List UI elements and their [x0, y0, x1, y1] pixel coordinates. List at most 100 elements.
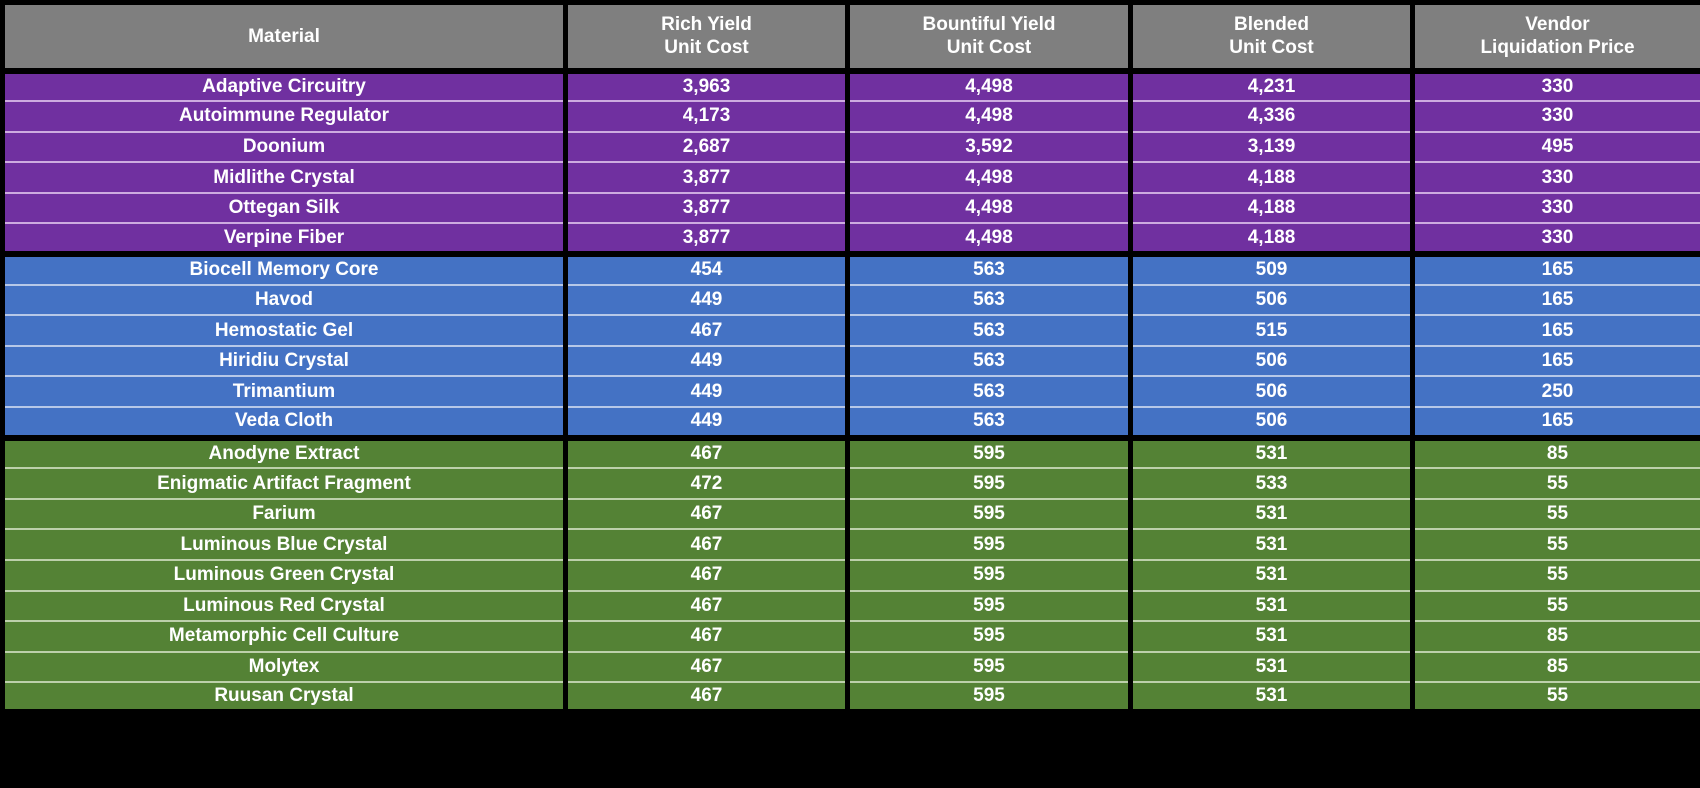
cell-vendor-value: 165: [1410, 315, 1700, 347]
cell-bountiful-value: 595: [845, 468, 1133, 500]
column-header-vendor-liquidation-price[interactable]: Vendor Liquidation Price: [1410, 0, 1700, 74]
cell-vendor-value: 495: [1410, 131, 1700, 164]
table-row[interactable]: Trimantium 449 563 506 250: [0, 376, 1700, 409]
table-row[interactable]: Adaptive Circuitry 3,963 4,498 4,231 330: [0, 70, 1700, 103]
cell-material-name: Hemostatic Gel: [0, 315, 568, 347]
cell-bountiful-value: 595: [845, 590, 1133, 623]
cell-blended-value: 515: [1128, 315, 1415, 347]
table-row[interactable]: Luminous Red Crystal 467 595 531 55: [0, 590, 1700, 623]
cell-material-name: Enigmatic Artifact Fragment: [0, 468, 568, 500]
cell-blended-value: 531: [1128, 437, 1415, 470]
cell-rich-value: 472: [563, 468, 850, 500]
cell-blended-value: 506: [1128, 376, 1415, 409]
column-header-bountiful-yield-unit-cost[interactable]: Bountiful Yield Unit Cost: [845, 0, 1133, 74]
cell-bountiful-value: 563: [845, 284, 1133, 317]
table-row[interactable]: Midlithe Crystal 3,877 4,498 4,188 330: [0, 162, 1700, 194]
column-header-vendor-line2: Liquidation Price: [1480, 37, 1635, 59]
table-row[interactable]: Metamorphic Cell Culture 467 595 531 85: [0, 621, 1700, 653]
cell-vendor-value: 330: [1410, 192, 1700, 225]
cell-vendor-value: 55: [1410, 529, 1700, 561]
cell-vendor-value: 165: [1410, 254, 1700, 286]
cell-blended-value: 531: [1128, 529, 1415, 561]
table-row[interactable]: Enigmatic Artifact Fragment 472 595 533 55: [0, 468, 1700, 500]
cell-rich-value: 454: [563, 254, 850, 286]
table-row[interactable]: Molytex 467 595 531 85: [0, 651, 1700, 684]
cell-vendor-value: 165: [1410, 284, 1700, 317]
column-header-blended-unit-cost[interactable]: Blended Unit Cost: [1128, 0, 1415, 74]
cell-rich-value: 449: [563, 407, 850, 441]
table-row[interactable]: Autoimmune Regulator 4,173 4,498 4,336 330: [0, 101, 1700, 133]
cell-blended-value: 533: [1128, 468, 1415, 500]
cell-blended-value: 531: [1128, 682, 1415, 717]
cell-material-name: Adaptive Circuitry: [0, 70, 568, 103]
cell-material-name: Ottegan Silk: [0, 192, 568, 225]
table-row[interactable]: Luminous Blue Crystal 467 595 531 55: [0, 529, 1700, 561]
table-row[interactable]: Luminous Green Crystal 467 595 531 55: [0, 560, 1700, 592]
cell-bountiful-value: 4,498: [845, 70, 1133, 103]
cell-vendor-value: 330: [1410, 101, 1700, 133]
cell-bountiful-value: 595: [845, 682, 1133, 717]
cell-material-name: Doonium: [0, 131, 568, 164]
cell-material-name: Autoimmune Regulator: [0, 101, 568, 133]
cell-rich-value: 449: [563, 284, 850, 317]
table-body: Adaptive Circuitry 3,963 4,498 4,231 330 Auto…: [0, 70, 1700, 717]
cell-material-name: Luminous Green Crystal: [0, 560, 568, 592]
cell-material-name: Luminous Blue Crystal: [0, 529, 568, 561]
column-header-blended-line2: Unit Cost: [1229, 37, 1314, 59]
table-row[interactable]: Doonium 2,687 3,592 3,139 495: [0, 131, 1700, 164]
cell-material-name: Havod: [0, 284, 568, 317]
cell-rich-value: 3,963: [563, 70, 850, 103]
table-row[interactable]: Ottegan Silk 3,877 4,498 4,188 330: [0, 192, 1700, 225]
cell-vendor-value: 55: [1410, 468, 1700, 500]
table-row[interactable]: Ruusan Crystal 467 595 531 55: [0, 682, 1700, 717]
cell-vendor-value: 330: [1410, 223, 1700, 258]
cell-blended-value: 4,188: [1128, 192, 1415, 225]
table-row[interactable]: Hiridiu Crystal 449 563 506 165: [0, 345, 1700, 378]
column-header-rich-yield-line2: Unit Cost: [664, 37, 749, 59]
cell-vendor-value: 55: [1410, 560, 1700, 592]
cell-bountiful-value: 563: [845, 315, 1133, 347]
cell-blended-value: 531: [1128, 651, 1415, 684]
cell-rich-value: 2,687: [563, 131, 850, 164]
cell-bountiful-value: 563: [845, 254, 1133, 286]
cell-rich-value: 449: [563, 376, 850, 409]
cell-vendor-value: 165: [1410, 407, 1700, 441]
table-row[interactable]: Hemostatic Gel 467 563 515 165: [0, 315, 1700, 347]
cell-blended-value: 4,188: [1128, 223, 1415, 258]
table-row[interactable]: Anodyne Extract 467 595 531 85: [0, 437, 1700, 470]
column-header-material[interactable]: Material: [0, 0, 568, 74]
cell-material-name: Trimantium: [0, 376, 568, 409]
table-row[interactable]: Verpine Fiber 3,877 4,498 4,188 330: [0, 223, 1700, 258]
column-header-rich-yield-line1: Rich Yield: [661, 14, 752, 36]
cell-material-name: Hiridiu Crystal: [0, 345, 568, 378]
cell-vendor-value: 55: [1410, 590, 1700, 623]
cell-bountiful-value: 563: [845, 376, 1133, 409]
cell-rich-value: 3,877: [563, 162, 850, 194]
cell-material-name: Midlithe Crystal: [0, 162, 568, 194]
cell-rich-value: 467: [563, 590, 850, 623]
column-header-bountiful-yield-line2: Unit Cost: [946, 37, 1032, 59]
table-row[interactable]: Havod 449 563 506 165: [0, 284, 1700, 317]
cell-bountiful-value: 563: [845, 407, 1133, 441]
cell-vendor-value: 250: [1410, 376, 1700, 409]
column-header-vendor-line1: Vendor: [1525, 14, 1590, 36]
column-header-rich-yield-unit-cost[interactable]: Rich Yield Unit Cost: [563, 0, 850, 74]
cell-blended-value: 506: [1128, 345, 1415, 378]
cell-bountiful-value: 595: [845, 498, 1133, 531]
cell-rich-value: 3,877: [563, 223, 850, 258]
cell-bountiful-value: 3,592: [845, 131, 1133, 164]
table-row[interactable]: Biocell Memory Core 454 563 509 165: [0, 254, 1700, 286]
cell-rich-value: 467: [563, 315, 850, 347]
cell-vendor-value: 85: [1410, 621, 1700, 653]
table-row[interactable]: Veda Cloth 449 563 506 165: [0, 407, 1700, 441]
cell-rich-value: 4,173: [563, 101, 850, 133]
column-header-material-line1: Material: [248, 25, 320, 47]
cell-vendor-value: 85: [1410, 437, 1700, 470]
cell-material-name: Biocell Memory Core: [0, 254, 568, 286]
cell-rich-value: 467: [563, 560, 850, 592]
cell-material-name: Ruusan Crystal: [0, 682, 568, 717]
cell-bountiful-value: 4,498: [845, 223, 1133, 258]
cell-bountiful-value: 595: [845, 621, 1133, 653]
table-row[interactable]: Farium 467 595 531 55: [0, 498, 1700, 531]
cell-vendor-value: 55: [1410, 682, 1700, 717]
